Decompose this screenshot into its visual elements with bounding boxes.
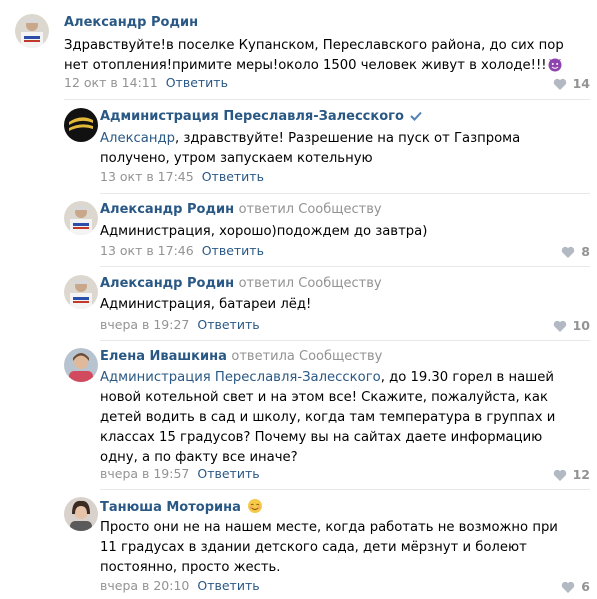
comment-time[interactable]: 13 окт в 17:45 — [100, 169, 194, 184]
avatar[interactable] — [64, 108, 98, 142]
comment-text: Администрация, хорошо)подождем до завтра… — [100, 222, 560, 242]
like-count: 10 — [572, 318, 590, 333]
comment-text-body: Просто они не на нашем месте, когда рабо… — [100, 520, 558, 575]
comment-meta: вчера в 20:10 Ответить — [100, 578, 260, 593]
divider — [100, 193, 590, 194]
divider — [100, 489, 590, 490]
reply-button[interactable]: Ответить — [166, 75, 228, 90]
mention-link[interactable]: Александр — [100, 131, 175, 146]
reply-button[interactable]: Ответить — [197, 578, 259, 593]
reply-button[interactable]: Ответить — [202, 243, 264, 258]
mention-link[interactable]: Администрация Переславля-Залесского — [100, 370, 381, 385]
comment-time[interactable]: вчера в 20:10 — [100, 578, 189, 593]
like-button[interactable]: 10 — [553, 318, 590, 333]
comment-author[interactable]: Александр Родин ответил Сообществу — [100, 276, 382, 291]
like-count: 12 — [572, 467, 590, 482]
heart-icon — [562, 581, 575, 593]
like-count: 6 — [581, 579, 590, 594]
avatar[interactable] — [64, 201, 98, 235]
like-count: 14 — [572, 76, 590, 91]
like-button[interactable]: 12 — [553, 467, 590, 482]
author-name[interactable]: Елена Ивашкина — [100, 349, 227, 364]
comment-time[interactable]: 13 окт в 17:46 — [100, 243, 194, 258]
avatar[interactable] — [64, 348, 98, 382]
verified-check-icon — [410, 110, 422, 125]
author-name[interactable]: Александр Родин — [100, 202, 234, 217]
reply-button[interactable]: Ответить — [202, 169, 264, 184]
replied-to-label[interactable]: ответил Сообществу — [239, 276, 382, 291]
comment-meta: 12 окт в 14:11 Ответить — [64, 75, 228, 90]
heart-icon — [562, 246, 575, 258]
heart-icon — [553, 78, 566, 90]
replied-to-label[interactable]: ответила Сообществу — [231, 349, 382, 364]
avatar[interactable] — [15, 14, 49, 48]
avatar[interactable] — [64, 497, 98, 531]
comment-text-body: Администрация, батареи лёд! — [100, 297, 312, 312]
comment-text: Администрация Переславля-Залесского, до … — [100, 368, 562, 468]
comment-author[interactable]: Танюша Моторина — [100, 498, 263, 518]
comment-author[interactable]: Александр Родин ответил Сообществу — [100, 202, 382, 217]
comment-text-body: Здравствуйте!в поселке Купанском, Пересл… — [64, 38, 564, 73]
author-name[interactable]: Администрация Переславля-Залесского — [100, 109, 404, 124]
author-name[interactable]: Александр Родин — [100, 276, 234, 291]
replied-to-label[interactable]: ответил Сообществу — [239, 202, 382, 217]
comment-meta: 13 окт в 17:46 Ответить — [100, 243, 264, 258]
comment-text: Администрация, батареи лёд! — [100, 295, 560, 315]
like-button[interactable]: 8 — [561, 244, 590, 259]
author-name[interactable]: Танюша Моторина — [100, 500, 241, 515]
comment-author[interactable]: Елена Ивашкина ответила Сообществу — [100, 349, 382, 364]
comment-time[interactable]: вчера в 19:57 — [100, 466, 189, 481]
divider — [64, 99, 590, 100]
smiling-face-emoji — [247, 498, 263, 518]
comment-meta: вчера в 19:27 Ответить — [100, 317, 260, 332]
heart-icon — [553, 320, 566, 332]
comment-text-body: Администрация, хорошо)подождем до завтра… — [100, 224, 428, 239]
like-count: 8 — [581, 244, 590, 259]
like-button[interactable]: 14 — [553, 76, 590, 91]
divider — [100, 340, 590, 341]
comment-author[interactable]: Александр Родин — [64, 15, 198, 30]
comment-time[interactable]: вчера в 19:27 — [100, 317, 189, 332]
like-button[interactable]: 6 — [561, 579, 590, 594]
avatar[interactable] — [64, 275, 98, 309]
divider — [100, 266, 590, 267]
comment-text: Здравствуйте!в поселке Купанском, Пересл… — [64, 36, 564, 79]
comment-text: Александр, здравствуйте! Разрешение на п… — [100, 129, 560, 169]
comment-meta: вчера в 19:57 Ответить — [100, 466, 260, 481]
comment-text: Просто они не на нашем месте, когда рабо… — [100, 518, 570, 578]
comment-time[interactable]: 12 окт в 14:11 — [64, 75, 158, 90]
reply-button[interactable]: Ответить — [197, 317, 259, 332]
comment-meta: 13 окт в 17:45 Ответить — [100, 169, 264, 184]
comment-author[interactable]: Администрация Переславля-Залесского — [100, 109, 422, 125]
heart-icon — [553, 469, 566, 481]
reply-button[interactable]: Ответить — [197, 466, 259, 481]
